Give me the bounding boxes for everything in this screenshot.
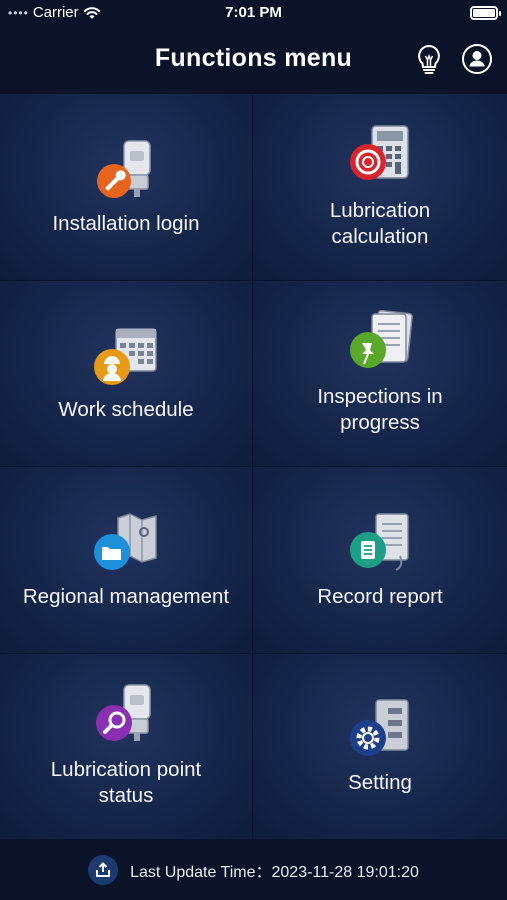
calendar-worker-icon xyxy=(94,328,157,386)
tile-label: Record report xyxy=(317,584,443,608)
map-folder-icon xyxy=(94,512,157,570)
clipboard-pin-icon xyxy=(350,310,413,369)
upload-icon xyxy=(96,862,111,877)
menu-lubrication-calculation[interactable]: Lubrication calculation xyxy=(253,94,507,281)
gear-panel-icon xyxy=(350,699,409,757)
tile-label: Installation login xyxy=(52,211,200,235)
tile-label: Regional management xyxy=(22,584,230,608)
menu-record-report[interactable]: Record report xyxy=(253,467,507,654)
menu-work-schedule[interactable]: Work schedule xyxy=(0,280,253,467)
menu-installation-login[interactable]: Installation login xyxy=(0,94,253,281)
tile-label: Inspections in progress xyxy=(317,385,443,435)
tile-label: Setting xyxy=(348,771,412,795)
menu-inspections-in-progress[interactable]: Inspections in progress xyxy=(253,280,507,467)
menu-setting[interactable]: Setting xyxy=(253,653,507,840)
wrench-tank-icon xyxy=(97,140,151,198)
nav-bar: Functions menu xyxy=(0,28,507,94)
tile-label: Lubrication point status xyxy=(50,758,202,808)
functions-grid: Installation login Lubrication calculati… xyxy=(0,94,507,840)
status-bar: •••• Carrier 7:01 PM xyxy=(0,0,507,28)
last-update-label: Last Update Time： xyxy=(130,864,272,881)
page-title: Functions menu xyxy=(154,44,353,72)
tile-label: Lubrication calculation xyxy=(329,198,431,248)
report-icon xyxy=(350,513,409,571)
tile-label: Work schedule xyxy=(58,398,194,422)
footer: Last Update Time：2023-11-28 19:01:20 xyxy=(0,840,507,900)
last-update-value: 2023-11-28 19:01:20 xyxy=(271,864,419,881)
menu-lubrication-point-status[interactable]: Lubrication point status xyxy=(0,653,253,840)
battery-icon xyxy=(470,6,501,20)
calculator-icon xyxy=(350,125,409,180)
user-icon[interactable] xyxy=(460,42,494,76)
menu-regional-management[interactable]: Regional management xyxy=(0,467,253,654)
upload-button[interactable] xyxy=(88,855,119,885)
tank-search-icon xyxy=(96,684,151,742)
last-update-time: Last Update Time：2023-11-28 19:01:20 xyxy=(130,858,419,882)
status-time: 7:01 PM xyxy=(225,4,282,21)
